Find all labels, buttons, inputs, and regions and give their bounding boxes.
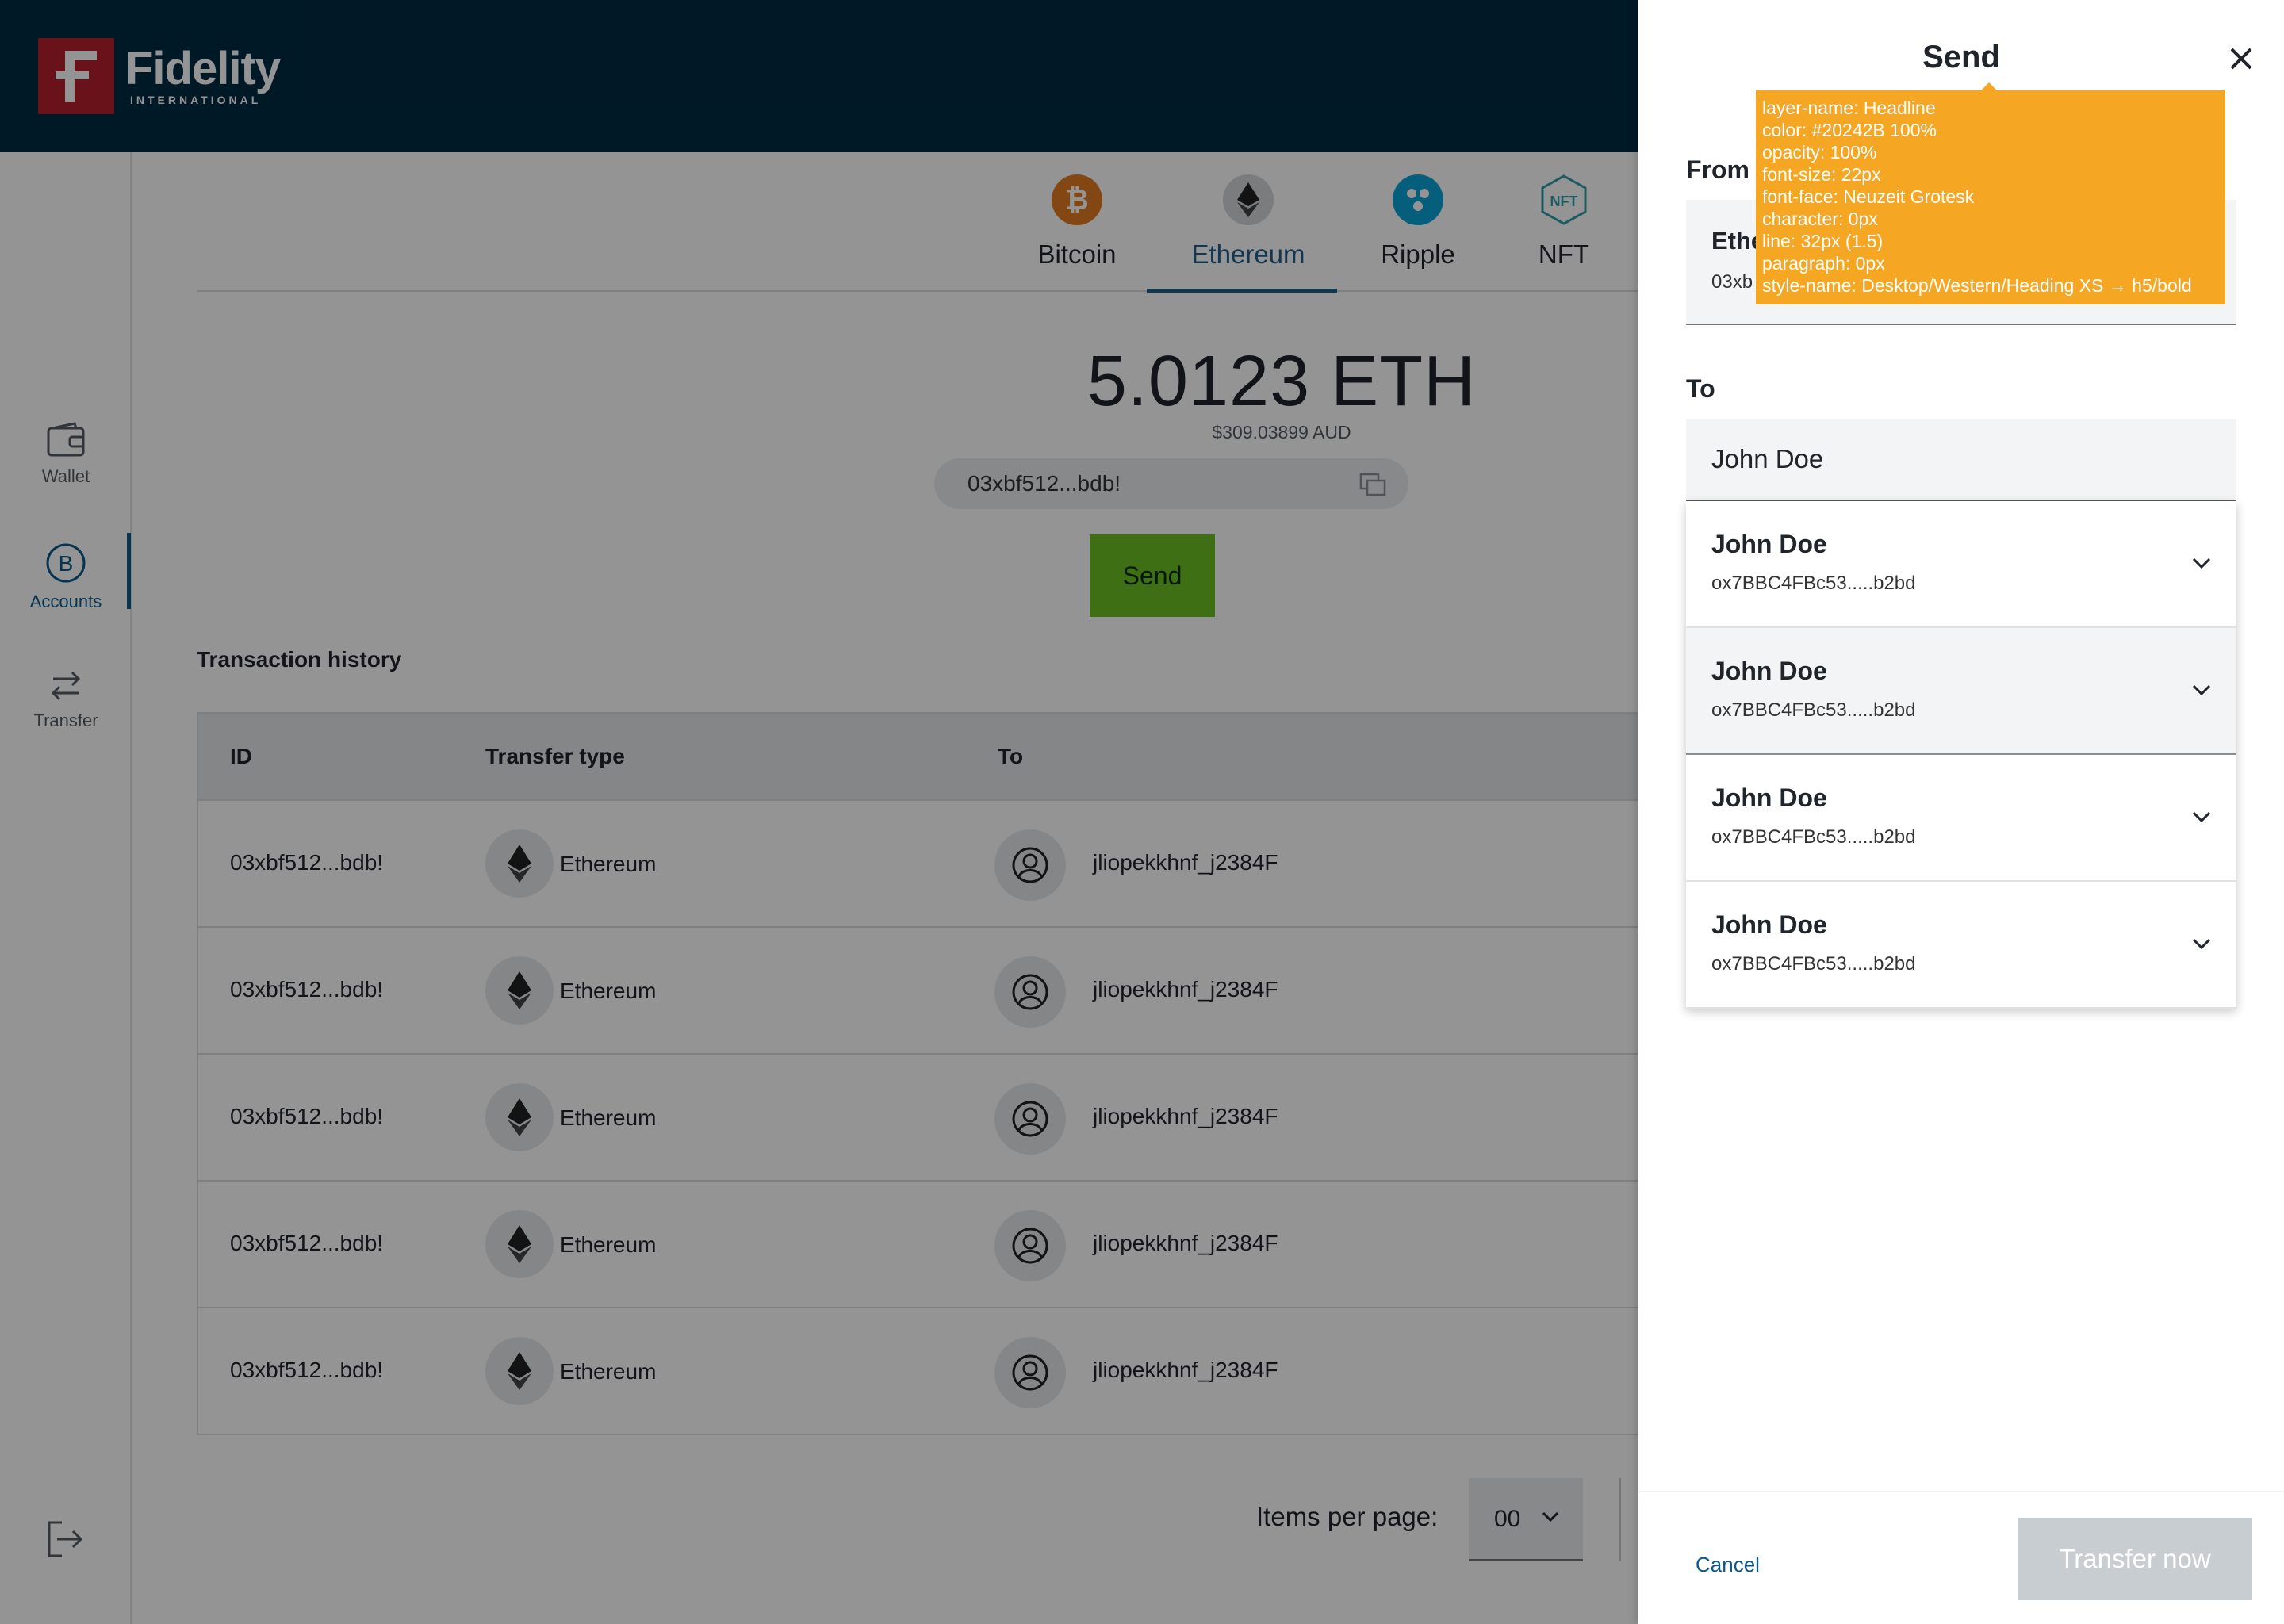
suggestion-name: John Doe [1711,783,1827,812]
tooltip-line: character: 0px [1762,209,1878,229]
chevron-down-icon[interactable] [2192,937,2211,950]
chevron-down-icon[interactable] [2192,810,2211,823]
recipient-suggestion[interactable]: John Doe ox7BBC4FBc53.....b2bd [1686,628,2236,755]
close-icon[interactable] [2225,43,2257,75]
recipient-suggestion[interactable]: John Doe ox7BBC4FBc53.....b2bd [1686,755,2236,882]
suggestion-name: John Doe [1711,657,1827,685]
tooltip-line: style-name: Desktop/Western/Heading XS →… [1762,275,2192,296]
modal-overlay[interactable] [0,0,1638,1624]
footer-divider [1638,1491,2284,1492]
drawer-title: Send [1922,40,2000,75]
recipient-input[interactable] [1686,419,2236,501]
recipient-suggestions: John Doe ox7BBC4FBc53.....b2bd John Doe ox7… [1686,501,2236,1009]
tooltip-line: font-face: Neuzeit Grotesk [1762,186,1975,207]
to-label: To [1686,374,1715,403]
tooltip-line: layer-name: Headline [1762,98,1936,118]
tooltip-line: color: #20242B 100% [1762,120,1937,140]
suggestion-address: ox7BBC4FBc53.....b2bd [1711,699,1916,721]
suggestion-address: ox7BBC4FBc53.....b2bd [1711,573,1916,594]
tooltip-line: line: 32px (1.5) [1762,231,1884,251]
tooltip-arrow [1981,82,1997,90]
recipient-suggestion[interactable]: John Doe ox7BBC4FBc53.....b2bd [1686,882,2236,1009]
cancel-button[interactable]: Cancel [1696,1553,1760,1577]
suggestion-address: ox7BBC4FBc53.....b2bd [1711,953,1916,975]
transfer-now-button[interactable]: Transfer now [2018,1518,2252,1600]
tooltip-line: paragraph: 0px [1762,253,1885,274]
suggestion-name: John Doe [1711,910,1827,939]
suggestion-name: John Doe [1711,530,1827,558]
from-account-address: 03xb [1711,271,1753,293]
tooltip-line: opacity: 100% [1762,142,1877,163]
chevron-down-icon[interactable] [2192,557,2211,569]
inspect-tooltip: layer-name: Headline color: #20242B 100% o… [1756,90,2225,304]
from-label: From [1686,155,1749,184]
tooltip-line: font-size: 22px [1762,164,1881,185]
recipient-suggestion[interactable]: John Doe ox7BBC4FBc53.....b2bd [1686,501,2236,628]
chevron-down-icon[interactable] [2192,684,2211,696]
suggestion-address: ox7BBC4FBc53.....b2bd [1711,826,1916,848]
